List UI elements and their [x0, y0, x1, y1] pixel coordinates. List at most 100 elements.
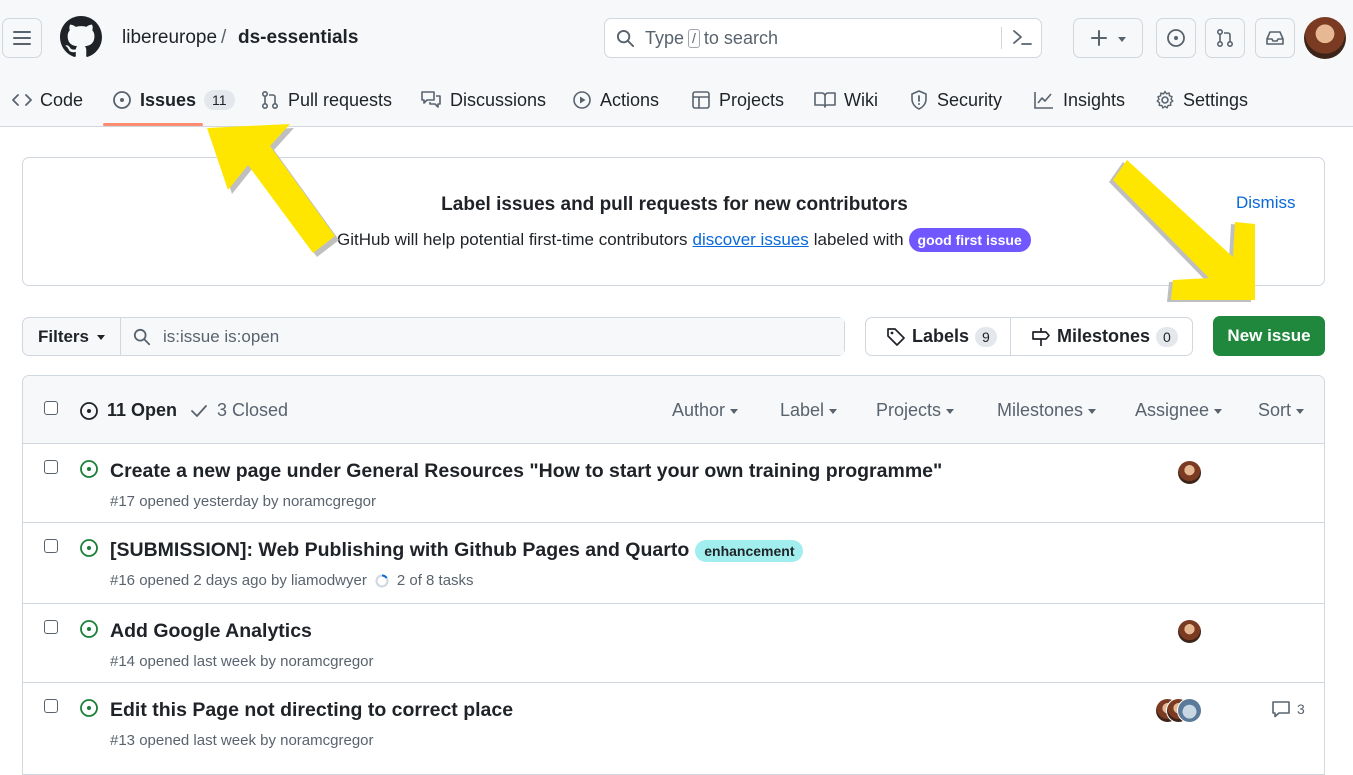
issue-row[interactable]: Add Google Analytics #14 opened last wee… — [23, 604, 1324, 683]
milestones-dropdown[interactable]: Milestones — [997, 400, 1097, 421]
repo-owner-link[interactable]: libereurope — [122, 27, 217, 49]
comments-link[interactable]: 3 — [1271, 700, 1305, 718]
tab-projects[interactable]: Projects — [691, 85, 784, 115]
triangle-down-icon — [1118, 36, 1126, 42]
play-icon — [573, 91, 591, 109]
issue-meta: #14 opened last week by noramcgregor — [110, 653, 374, 670]
issues-list: 11 Open 3 Closed Author Label Projects M… — [22, 375, 1325, 775]
tab-label: Wiki — [844, 89, 878, 110]
tab-settings[interactable]: Settings — [1155, 85, 1248, 115]
tab-issues[interactable]: Issues 11 — [112, 85, 235, 115]
table-icon — [692, 91, 710, 109]
tab-wiki[interactable]: Wiki — [814, 85, 878, 115]
assignee-dropdown[interactable]: Assignee — [1135, 400, 1223, 421]
command-palette-icon[interactable] — [1011, 27, 1033, 49]
issue-checkbox[interactable] — [44, 460, 58, 474]
tab-code[interactable]: Code — [12, 85, 83, 115]
label-dropdown[interactable]: Label — [780, 400, 838, 421]
search-input[interactable]: Type / to search — [604, 18, 1042, 58]
triangle-down-icon — [1296, 409, 1305, 414]
search-shortcut-key: / — [688, 29, 700, 48]
issue-meta-text: #16 opened 2 days ago by liamodwyer — [110, 572, 367, 589]
tab-actions[interactable]: Actions — [572, 85, 659, 115]
your-issues-button[interactable] — [1156, 18, 1196, 58]
issue-row[interactable]: [SUBMISSION]: Web Publishing with Github… — [23, 523, 1324, 604]
plus-icon — [1091, 30, 1107, 46]
issues-list-header: 11 Open 3 Closed Author Label Projects M… — [23, 376, 1324, 444]
check-icon — [191, 404, 207, 417]
author-dropdown[interactable]: Author — [672, 400, 739, 421]
git-pull-request-icon — [1216, 28, 1234, 48]
issue-title[interactable]: Add Google Analytics — [110, 620, 312, 643]
filter-query: is:issue is:open — [163, 326, 280, 346]
triangle-down-icon — [1088, 409, 1097, 414]
new-issue-button[interactable]: New issue — [1213, 316, 1325, 356]
progress-ring-icon — [375, 574, 389, 587]
issue-meta: #16 opened 2 days ago by liamodwyer 2 of… — [110, 572, 474, 589]
tab-pull-requests[interactable]: Pull requests — [260, 85, 392, 115]
issues-search-input[interactable]: is:issue is:open — [121, 318, 844, 355]
issue-opened-icon — [80, 699, 98, 717]
open-issues-toggle[interactable]: 11 Open — [79, 400, 177, 421]
tab-security[interactable]: Security — [909, 85, 1002, 115]
labels-button[interactable]: Labels 9 — [866, 318, 1011, 355]
your-pull-requests-button[interactable] — [1205, 18, 1245, 58]
discover-issues-link[interactable]: discover issues — [693, 230, 809, 250]
milestones-label: Milestones — [997, 400, 1084, 420]
git-pull-request-icon — [261, 90, 279, 110]
sort-dropdown[interactable]: Sort — [1258, 400, 1305, 421]
issue-title[interactable]: [SUBMISSION]: Web Publishing with Github… — [110, 539, 804, 562]
create-new-button[interactable] — [1073, 18, 1143, 58]
comment-discussion-icon — [421, 91, 441, 108]
repo-name-link[interactable]: ds-essentials — [238, 27, 358, 49]
tab-label: Insights — [1063, 89, 1126, 110]
menu-button[interactable] — [2, 18, 42, 58]
tab-label: Issues — [140, 89, 197, 110]
filters-button[interactable]: Filters — [23, 318, 121, 355]
issue-checkbox[interactable] — [44, 620, 58, 634]
issue-opened-icon — [80, 620, 98, 638]
label-label: Label — [780, 400, 825, 420]
filter-bar: Filters is:issue is:open — [22, 317, 845, 356]
github-logo-icon[interactable] — [60, 16, 102, 58]
projects-dropdown[interactable]: Projects — [876, 400, 955, 421]
comment-icon — [1272, 701, 1290, 718]
milestones-button[interactable]: Milestones 0 — [1011, 318, 1178, 355]
comment-count: 3 — [1297, 701, 1305, 717]
issue-title-text: Create a new page under General Resource… — [110, 460, 943, 482]
assignee-avatar[interactable] — [1177, 698, 1202, 723]
assignee-avatar[interactable] — [1177, 460, 1202, 485]
triangle-down-icon — [730, 409, 739, 414]
closed-count: 3 Closed — [217, 400, 289, 420]
search-placeholder-post: to search — [703, 28, 778, 48]
assignee-avatar[interactable] — [1177, 619, 1202, 644]
tab-label: Pull requests — [288, 89, 393, 110]
enhancement-label[interactable]: enhancement — [695, 539, 804, 562]
gear-icon — [1156, 90, 1174, 109]
banner-text-post: labeled with — [813, 230, 904, 249]
issue-opened-icon — [80, 539, 98, 557]
issue-title-text: [SUBMISSION]: Web Publishing with Github… — [110, 539, 690, 561]
issue-checkbox[interactable] — [44, 539, 58, 553]
issue-title[interactable]: Edit this Page not directing to correct … — [110, 699, 513, 722]
projects-label: Projects — [876, 400, 942, 420]
tab-insights[interactable]: Insights — [1033, 85, 1125, 115]
search-icon — [133, 328, 151, 345]
author-label: Author — [672, 400, 726, 420]
select-all-checkbox[interactable] — [44, 401, 58, 415]
closed-issues-toggle[interactable]: 3 Closed — [189, 400, 288, 421]
good-first-issue-label[interactable]: good first issue — [908, 228, 1031, 252]
tab-discussions[interactable]: Discussions — [420, 85, 546, 115]
user-avatar[interactable] — [1304, 17, 1346, 59]
inbox-button[interactable] — [1255, 18, 1295, 58]
issue-checkbox[interactable] — [44, 699, 58, 713]
issue-row[interactable]: Edit this Page not directing to correct … — [23, 683, 1324, 763]
issue-meta-text: #13 opened last week by noramcgregor — [110, 732, 374, 749]
issue-row[interactable]: Create a new page under General Resource… — [23, 444, 1324, 523]
tab-label: Code — [40, 89, 84, 110]
triangle-down-icon — [97, 335, 106, 340]
issue-title[interactable]: Create a new page under General Resource… — [110, 460, 942, 483]
filters-label: Filters — [37, 326, 90, 346]
issue-opened-icon — [113, 91, 131, 109]
annotation-arrow-up-left — [207, 124, 339, 257]
